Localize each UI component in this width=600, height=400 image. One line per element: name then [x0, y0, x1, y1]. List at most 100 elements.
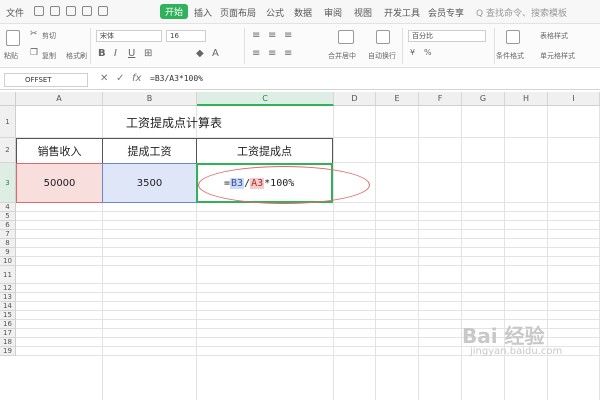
row-header-12[interactable]: 12: [0, 284, 16, 293]
tab-home[interactable]: 开始: [160, 4, 189, 19]
row-header-6[interactable]: 6: [0, 221, 16, 230]
bold-icon[interactable]: B: [98, 48, 106, 59]
percent-icon[interactable]: %: [424, 48, 432, 57]
row-header-15[interactable]: 15: [0, 311, 16, 320]
redo-icon[interactable]: [98, 6, 108, 16]
copy-button[interactable]: 复制: [42, 51, 56, 61]
wrap-text-icon[interactable]: [376, 30, 390, 44]
cut-icon[interactable]: ✂: [30, 29, 38, 39]
grid-hline: [16, 301, 600, 302]
wrap-text-button[interactable]: 自动换行: [368, 51, 396, 61]
border-icon[interactable]: ⊞: [144, 48, 152, 59]
italic-icon[interactable]: I: [114, 48, 117, 59]
align-middle-icon[interactable]: ≡: [268, 30, 276, 41]
grid-hline: [16, 265, 600, 266]
row-header-1[interactable]: 1: [0, 106, 16, 138]
cell-b3-commission[interactable]: 3500: [102, 163, 197, 203]
grid-hline: [16, 220, 600, 221]
row-header-7[interactable]: 7: [0, 230, 16, 239]
number-format-select[interactable]: 百分比: [408, 30, 486, 42]
font-size-select[interactable]: 16: [166, 30, 206, 42]
grid-hline: [16, 247, 600, 248]
merge-center-icon[interactable]: [338, 30, 354, 44]
align-left-icon[interactable]: ≡: [252, 48, 260, 59]
grid-hline: [16, 256, 600, 257]
confirm-icon[interactable]: ✓: [116, 73, 124, 84]
row-header-8[interactable]: 8: [0, 239, 16, 248]
save-icon[interactable]: [50, 6, 60, 16]
underline-icon[interactable]: U: [128, 48, 135, 59]
undo-icon[interactable]: [82, 6, 92, 16]
formula-input[interactable]: =B3/A3*100%: [150, 74, 203, 83]
row-header-11[interactable]: 11: [0, 266, 16, 284]
column-header-i[interactable]: I: [548, 92, 600, 106]
ribbon-divider: [90, 28, 91, 64]
conditional-format-button[interactable]: 条件格式: [496, 51, 524, 61]
fx-icon[interactable]: fx: [132, 73, 141, 84]
grid-hline: [16, 211, 600, 212]
tab-page-layout[interactable]: 页面布局: [220, 6, 256, 19]
open-icon[interactable]: [34, 6, 44, 16]
tab-insert[interactable]: 插入: [194, 6, 212, 19]
row-header-14[interactable]: 14: [0, 302, 16, 311]
row-header-2[interactable]: 2: [0, 138, 16, 163]
cell-a1-title[interactable]: 工资提成点计算表: [16, 106, 332, 138]
cancel-icon[interactable]: ✕: [100, 73, 108, 84]
grid-hline: [16, 238, 600, 239]
row-header-10[interactable]: 10: [0, 257, 16, 266]
align-right-icon[interactable]: ≡: [284, 48, 292, 59]
cell-c2-header[interactable]: 工资提成点: [196, 138, 333, 164]
row-header-3[interactable]: 3: [0, 163, 16, 203]
column-header-h[interactable]: H: [505, 92, 548, 106]
row-header-9[interactable]: 9: [0, 248, 16, 257]
select-all-corner[interactable]: [0, 92, 16, 106]
copy-icon[interactable]: ❐: [30, 48, 38, 58]
cell-a3-sales[interactable]: 50000: [16, 163, 103, 203]
column-header-b[interactable]: B: [103, 92, 197, 106]
grid-hline: [16, 283, 600, 284]
align-top-icon[interactable]: ≡: [252, 30, 260, 41]
column-header-f[interactable]: F: [419, 92, 462, 106]
row-header-18[interactable]: 18: [0, 338, 16, 347]
row-header-17[interactable]: 17: [0, 329, 16, 338]
row-header-13[interactable]: 13: [0, 293, 16, 302]
align-bottom-icon[interactable]: ≡: [284, 30, 292, 41]
row-header-16[interactable]: 16: [0, 320, 16, 329]
name-box[interactable]: OFFSET: [4, 73, 88, 87]
cell-b2-header[interactable]: 提成工资: [102, 138, 197, 164]
column-header-e[interactable]: E: [376, 92, 419, 106]
align-center-icon[interactable]: ≡: [268, 48, 276, 59]
row-header-4[interactable]: 4: [0, 203, 16, 212]
search-command[interactable]: Q 查找命令、搜索模板: [476, 6, 567, 19]
currency-icon[interactable]: ¥: [410, 48, 415, 57]
tab-formulas[interactable]: 公式: [266, 6, 284, 19]
tab-developer[interactable]: 开发工具: [384, 6, 420, 19]
table-style-button[interactable]: 表格样式: [540, 31, 568, 41]
tab-data[interactable]: 数据: [294, 6, 312, 19]
cut-button[interactable]: 剪切: [42, 31, 56, 41]
column-header-a[interactable]: A: [16, 92, 103, 106]
row-header-5[interactable]: 5: [0, 212, 16, 221]
merge-center-button[interactable]: 合并居中: [328, 51, 356, 61]
grid-hline: [16, 229, 600, 230]
tab-member[interactable]: 会员专享: [428, 6, 464, 19]
row-header-19[interactable]: 19: [0, 347, 16, 356]
tab-view[interactable]: 视图: [354, 6, 372, 19]
menu-file[interactable]: 文件: [6, 6, 24, 19]
column-header-g[interactable]: G: [462, 92, 505, 106]
tab-review[interactable]: 审阅: [324, 6, 342, 19]
watermark-url: jingyan.baidu.com: [470, 346, 563, 357]
paste-label[interactable]: 粘贴: [4, 51, 18, 61]
print-icon[interactable]: [66, 6, 76, 16]
font-name-select[interactable]: 宋体: [96, 30, 162, 42]
paste-icon[interactable]: [6, 30, 20, 46]
format-painter-button[interactable]: 格式刷: [66, 51, 87, 61]
font-color-icon[interactable]: A: [212, 48, 219, 59]
column-header-c[interactable]: C: [197, 92, 334, 106]
column-header-d[interactable]: D: [334, 92, 376, 106]
grid-hline: [16, 292, 600, 293]
cell-a2-header[interactable]: 销售收入: [16, 138, 103, 164]
cell-style-button[interactable]: 单元格样式: [540, 51, 575, 61]
conditional-format-icon[interactable]: [506, 30, 520, 44]
fill-color-icon[interactable]: ◆: [196, 48, 204, 59]
